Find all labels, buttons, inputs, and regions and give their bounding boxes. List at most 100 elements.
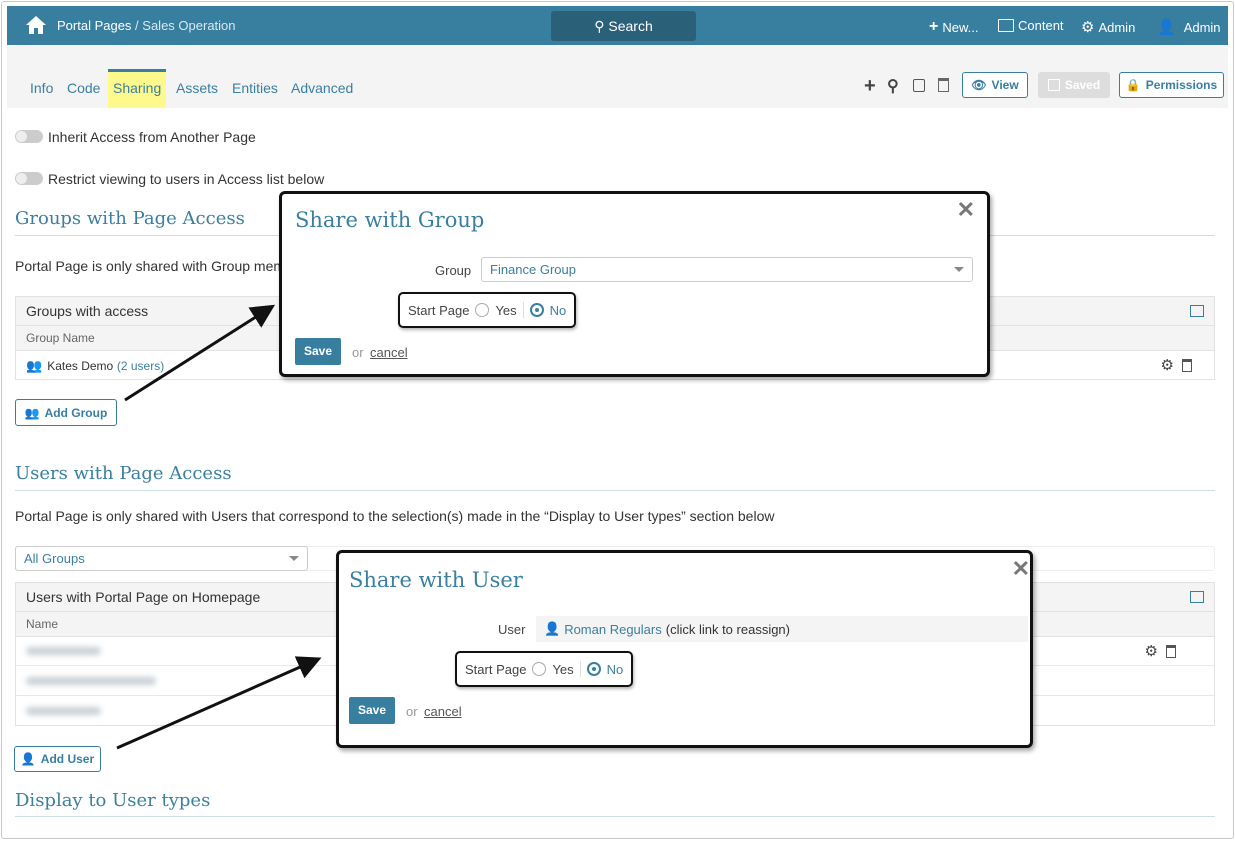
user-icon: 👤 — [544, 621, 561, 636]
divider — [15, 490, 1215, 491]
admin-settings-menu[interactable]: ⚙ Admin — [1081, 18, 1135, 36]
eye-icon: 👁 — [971, 78, 987, 92]
users-table-title-text: Users with Portal Page on Homepage — [26, 589, 261, 605]
yes-label: Yes — [495, 302, 517, 318]
start-page-label: Start Page — [408, 302, 470, 318]
page-toolbar: Info Code Sharing Assets Entities Advanc… — [7, 45, 1228, 108]
view-label: View — [991, 78, 1019, 92]
start-page-yes-radio[interactable] — [532, 662, 547, 676]
tab-code[interactable]: Code — [67, 80, 100, 96]
divider — [15, 816, 1215, 817]
gear-icon[interactable]: ⚙ — [1161, 356, 1174, 374]
user-hint: (click link to reassign) — [665, 621, 790, 637]
close-icon[interactable]: ✕ — [957, 197, 975, 223]
breadcrumb-separator: / — [131, 18, 143, 33]
start-page-label: Start Page — [465, 661, 527, 677]
gear-icon: ⚙ — [1081, 19, 1095, 36]
restrict-viewing-toggle[interactable] — [15, 172, 43, 185]
permissions-label: Permissions — [1145, 78, 1218, 92]
inherit-access-label: Inherit Access from Another Page — [48, 129, 256, 145]
no-label: No — [606, 661, 624, 677]
users-note: Portal Page is only shared with Users th… — [15, 508, 775, 524]
columns-icon[interactable] — [1190, 305, 1204, 317]
user-group-filter-select[interactable]: All Groups — [15, 546, 308, 571]
saved-label: Saved — [1064, 78, 1101, 92]
close-icon[interactable]: ✕ — [1012, 556, 1030, 582]
new-label: New... — [942, 19, 979, 35]
group-name: Kates Demo — [47, 358, 114, 373]
content-menu[interactable]: Content — [998, 18, 1064, 33]
save-button[interactable]: Save — [349, 697, 395, 724]
groups-note: Portal Page is only shared with Group me… — [15, 258, 313, 274]
user-icon: 👤 — [1157, 19, 1176, 36]
add-user-button[interactable]: 👤 Add User — [14, 746, 101, 772]
tab-advanced[interactable]: Advanced — [291, 80, 353, 96]
start-page-yes-radio[interactable] — [475, 303, 490, 317]
restrict-viewing-label: Restrict viewing to users in Access list… — [48, 171, 325, 187]
columns-icon[interactable] — [1190, 591, 1204, 603]
group-icon: 👥 — [24, 405, 40, 420]
groups-table-title-text: Groups with access — [26, 303, 149, 319]
chevron-down-icon — [954, 267, 964, 272]
user-menu[interactable]: 👤 Admin — [1157, 18, 1221, 36]
search-button[interactable]: ⚲ Search — [551, 11, 696, 41]
view-button[interactable]: 👁 View — [962, 72, 1028, 98]
start-page-highlight: Start Page Yes No — [455, 651, 634, 687]
user-field: 👤 Roman Regulars (click link to reassign… — [536, 616, 1028, 642]
add-group-label: Add Group — [44, 405, 108, 420]
content-label: Content — [1018, 18, 1064, 33]
lock-icon: 🔒 — [1125, 78, 1141, 92]
add-icon[interactable]: + — [864, 75, 876, 98]
separator — [522, 302, 524, 318]
filter-value: All Groups — [24, 551, 85, 566]
copy-icon[interactable] — [913, 79, 925, 92]
user-label: Admin — [1183, 19, 1221, 35]
folder-icon — [998, 19, 1014, 32]
tab-info[interactable]: Info — [30, 80, 53, 96]
tab-sharing[interactable]: Sharing — [108, 69, 167, 108]
inherit-access-toggle[interactable] — [15, 130, 43, 143]
cancel-link[interactable]: cancel — [370, 345, 408, 360]
chevron-down-icon — [289, 556, 299, 561]
trash-icon[interactable] — [1182, 359, 1192, 372]
group-users-link[interactable]: (2 users) — [117, 359, 164, 373]
admin-settings-label: Admin — [1098, 19, 1136, 35]
search-page-icon[interactable]: ⚲ — [887, 76, 899, 96]
tab-assets[interactable]: Assets — [176, 80, 218, 96]
dialog-title: Share with User — [349, 568, 523, 592]
home-icon[interactable] — [25, 15, 47, 35]
breadcrumb-page: Sales Operation — [142, 18, 236, 33]
trash-icon[interactable] — [1166, 645, 1176, 658]
save-button[interactable]: Save — [295, 338, 341, 365]
trash-icon[interactable] — [938, 78, 949, 92]
no-label: No — [549, 302, 567, 318]
search-icon: ⚲ — [594, 18, 605, 34]
display-user-types-heading: Display to User types — [15, 790, 211, 811]
yes-label: Yes — [552, 661, 574, 677]
breadcrumb-root[interactable]: Portal Pages — [57, 18, 131, 33]
cancel-link[interactable]: cancel — [424, 704, 462, 719]
or-text: or — [352, 345, 364, 360]
save-disk-icon — [1047, 79, 1060, 91]
new-menu[interactable]: + New... — [929, 18, 978, 36]
user-link[interactable]: Roman Regulars — [564, 622, 662, 637]
saved-button[interactable]: Saved — [1038, 72, 1110, 98]
start-page-highlight: Start Page Yes No — [398, 292, 577, 328]
user-label: User — [498, 622, 526, 637]
groups-heading: Groups with Page Access — [15, 208, 245, 229]
add-user-label: Add User — [40, 752, 95, 766]
add-group-button[interactable]: 👥 Add Group — [15, 399, 117, 426]
group-select[interactable]: Finance Group — [481, 257, 973, 282]
tab-entities[interactable]: Entities — [232, 80, 278, 96]
gear-icon[interactable]: ⚙ — [1145, 642, 1158, 660]
start-page-no-radio[interactable] — [529, 303, 544, 317]
dialog-title: Share with Group — [295, 208, 485, 232]
separator — [579, 661, 581, 677]
start-page-no-radio[interactable] — [586, 662, 601, 676]
user-icon: 👤 — [20, 752, 36, 766]
search-label: Search — [608, 18, 653, 34]
blurred-user-name — [26, 647, 101, 655]
users-heading: Users with Page Access — [15, 463, 232, 484]
permissions-button[interactable]: 🔒 Permissions — [1119, 72, 1224, 98]
plus-icon: + — [929, 18, 939, 35]
